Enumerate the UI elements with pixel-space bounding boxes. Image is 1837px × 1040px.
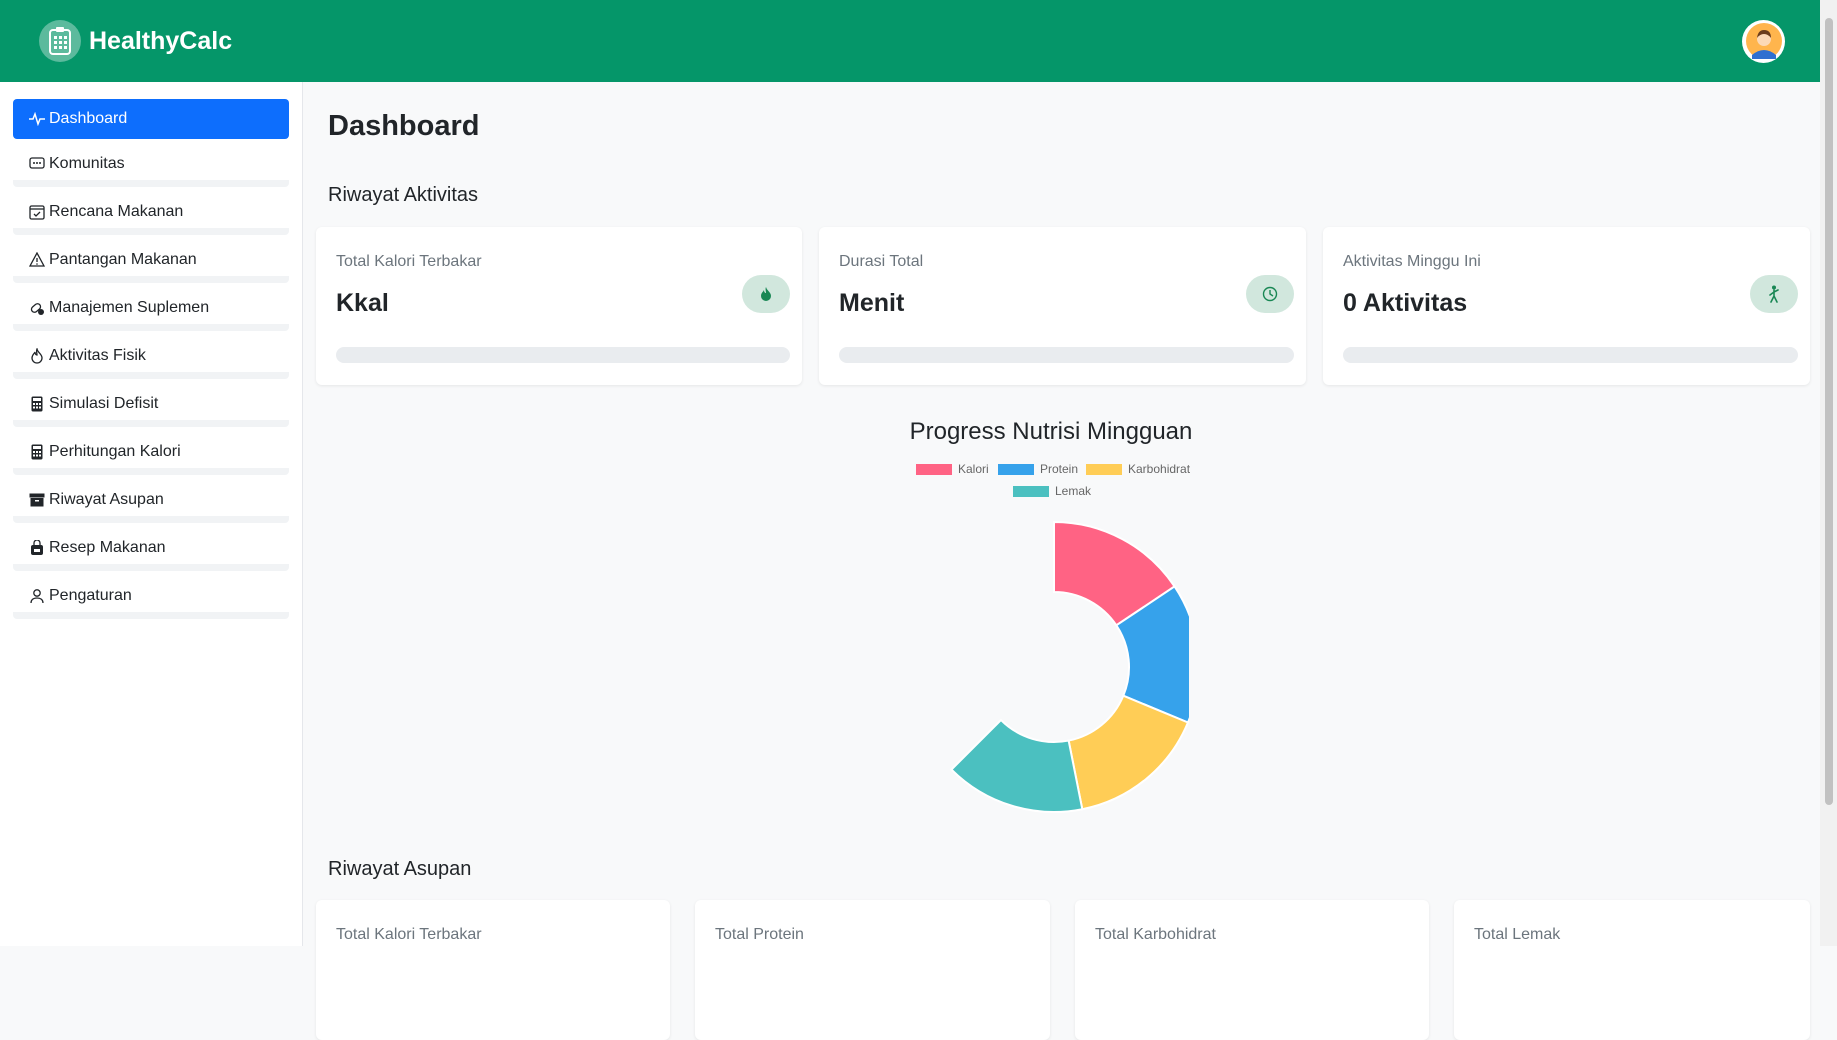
legend-item-protein[interactable]: Protein <box>998 462 1078 476</box>
stat-card-progress-bar <box>839 347 1294 363</box>
calendar-check-icon <box>28 203 46 221</box>
sidebar-item-resep-makanan[interactable]: Resep Makanan <box>13 531 289 571</box>
sidebar-item-label: Aktivitas Fisik <box>49 346 146 364</box>
sidebar-item-label: Simulasi Defisit <box>49 394 159 412</box>
sidebar-item-aktivitas-fisik[interactable]: Aktivitas Fisik <box>13 339 289 379</box>
intake-card-carbs: Total Karbohidrat <box>1075 900 1429 1040</box>
calculator-icon <box>28 443 46 461</box>
sidebar-item-pantangan-makanan[interactable]: Pantangan Makanan <box>13 243 289 283</box>
sidebar-item-label: Rencana Makanan <box>49 202 184 220</box>
sidebar-item-manajemen-suplemen[interactable]: Manajemen Suplemen <box>13 291 289 331</box>
sidebar-item-label: Manajemen Suplemen <box>49 298 210 316</box>
sidebar-item-label: Riwayat Asupan <box>49 490 164 508</box>
intake-card-calories: Total Kalori Terbakar <box>316 900 670 1040</box>
sidebar-item-label: Resep Makanan <box>49 538 166 556</box>
page-scrollbar[interactable] <box>1820 0 1837 946</box>
legend-label: Protein <box>1040 462 1079 476</box>
legend-swatch <box>998 463 1034 475</box>
sidebar-item-label: Pengaturan <box>49 586 132 604</box>
person-icon <box>28 587 46 605</box>
intake-card-fat: Total Lemak <box>1454 900 1810 1040</box>
brand[interactable]: HealthyCalc <box>39 20 232 62</box>
sidebar-item-simulasi-defisit[interactable]: Simulasi Defisit <box>13 387 289 427</box>
bag-icon <box>28 539 46 557</box>
avatar-icon <box>1745 23 1782 59</box>
legend-swatch <box>916 463 952 475</box>
brand-name: HealthyCalc <box>89 26 233 55</box>
legend-item-kalori[interactable]: Kalori <box>916 462 989 476</box>
donut-slice-lemak[interactable] <box>950 718 1084 813</box>
sidebar: Dashboard Komunitas Rencana Makanan Pant… <box>0 82 303 946</box>
legend-swatch <box>1013 485 1049 497</box>
stat-card-calories: Total Kalori Terbakar Kkal <box>316 227 802 385</box>
fire-icon <box>28 347 46 365</box>
stat-card-progress-bar <box>336 347 790 363</box>
intake-card-label: Total Kalori Terbakar <box>336 926 482 943</box>
sidebar-item-label: Dashboard <box>49 110 128 127</box>
sidebar-item-dashboard[interactable]: Dashboard <box>13 99 289 139</box>
legend-label: Lemak <box>1055 484 1092 498</box>
stat-card-duration: Durasi Total Menit <box>819 227 1306 385</box>
scroll-thumb[interactable] <box>1825 18 1833 805</box>
legend-label: Kalori <box>958 462 989 476</box>
sidebar-item-label: Komunitas <box>49 154 125 172</box>
intake-card-label: Total Karbohidrat <box>1095 926 1216 943</box>
legend-item-karbohidrat[interactable]: Karbohidrat <box>1086 462 1190 476</box>
chart-title: Progress Nutrisi Mingguan <box>909 418 1193 445</box>
stat-card-value: Menit <box>839 289 905 317</box>
person-walking-icon <box>1750 275 1798 313</box>
activity-icon <box>28 110 46 128</box>
intake-card-label: Total Lemak <box>1474 926 1561 943</box>
calculator-icon <box>28 395 46 413</box>
legend-label: Karbohidrat <box>1128 462 1191 476</box>
warning-icon <box>28 251 46 269</box>
intake-card-label: Total Protein <box>715 926 804 943</box>
stat-card-value: 0 Aktivitas <box>1343 289 1468 317</box>
sidebar-item-perhitungan-kalori[interactable]: Perhitungan Kalori <box>13 435 289 475</box>
stat-card-label: Aktivitas Minggu Ini <box>1343 253 1481 270</box>
fire-icon <box>742 275 790 313</box>
sidebar-item-rencana-makanan[interactable]: Rencana Makanan <box>13 195 289 235</box>
clock-icon <box>1246 275 1294 313</box>
page-title: Dashboard <box>328 110 480 142</box>
activity-section-title: Riwayat Aktivitas <box>328 184 479 206</box>
capsule-icon <box>28 299 46 317</box>
intake-card-protein: Total Protein <box>695 900 1050 1040</box>
sidebar-item-komunitas[interactable]: Komunitas <box>13 147 289 187</box>
sidebar-item-pengaturan[interactable]: Pengaturan <box>13 579 289 619</box>
intake-section-title: Riwayat Asupan <box>328 858 472 880</box>
stat-card-weekly-activities: Aktivitas Minggu Ini 0 Aktivitas <box>1323 227 1810 385</box>
main-content: Dashboard Riwayat Aktivitas Total Kalori… <box>304 82 1820 1040</box>
legend-swatch <box>1086 463 1122 475</box>
calculator-logo-icon <box>39 20 81 62</box>
chat-icon <box>28 155 46 173</box>
nutrition-donut-chart <box>950 520 1189 813</box>
sidebar-item-label: Pantangan Makanan <box>49 250 197 268</box>
user-avatar[interactable] <box>1742 19 1785 63</box>
stat-card-label: Durasi Total <box>839 253 924 270</box>
stat-card-value: Kkal <box>336 289 389 317</box>
sidebar-item-riwayat-asupan[interactable]: Riwayat Asupan <box>13 483 289 523</box>
top-navbar: HealthyCalc <box>0 0 1837 82</box>
stat-card-progress-bar <box>1343 347 1798 363</box>
legend-item-lemak[interactable]: Lemak <box>1013 484 1091 498</box>
stat-card-label: Total Kalori Terbakar <box>336 253 482 270</box>
sidebar-item-label: Perhitungan Kalori <box>49 442 181 460</box>
archive-icon <box>28 491 46 509</box>
